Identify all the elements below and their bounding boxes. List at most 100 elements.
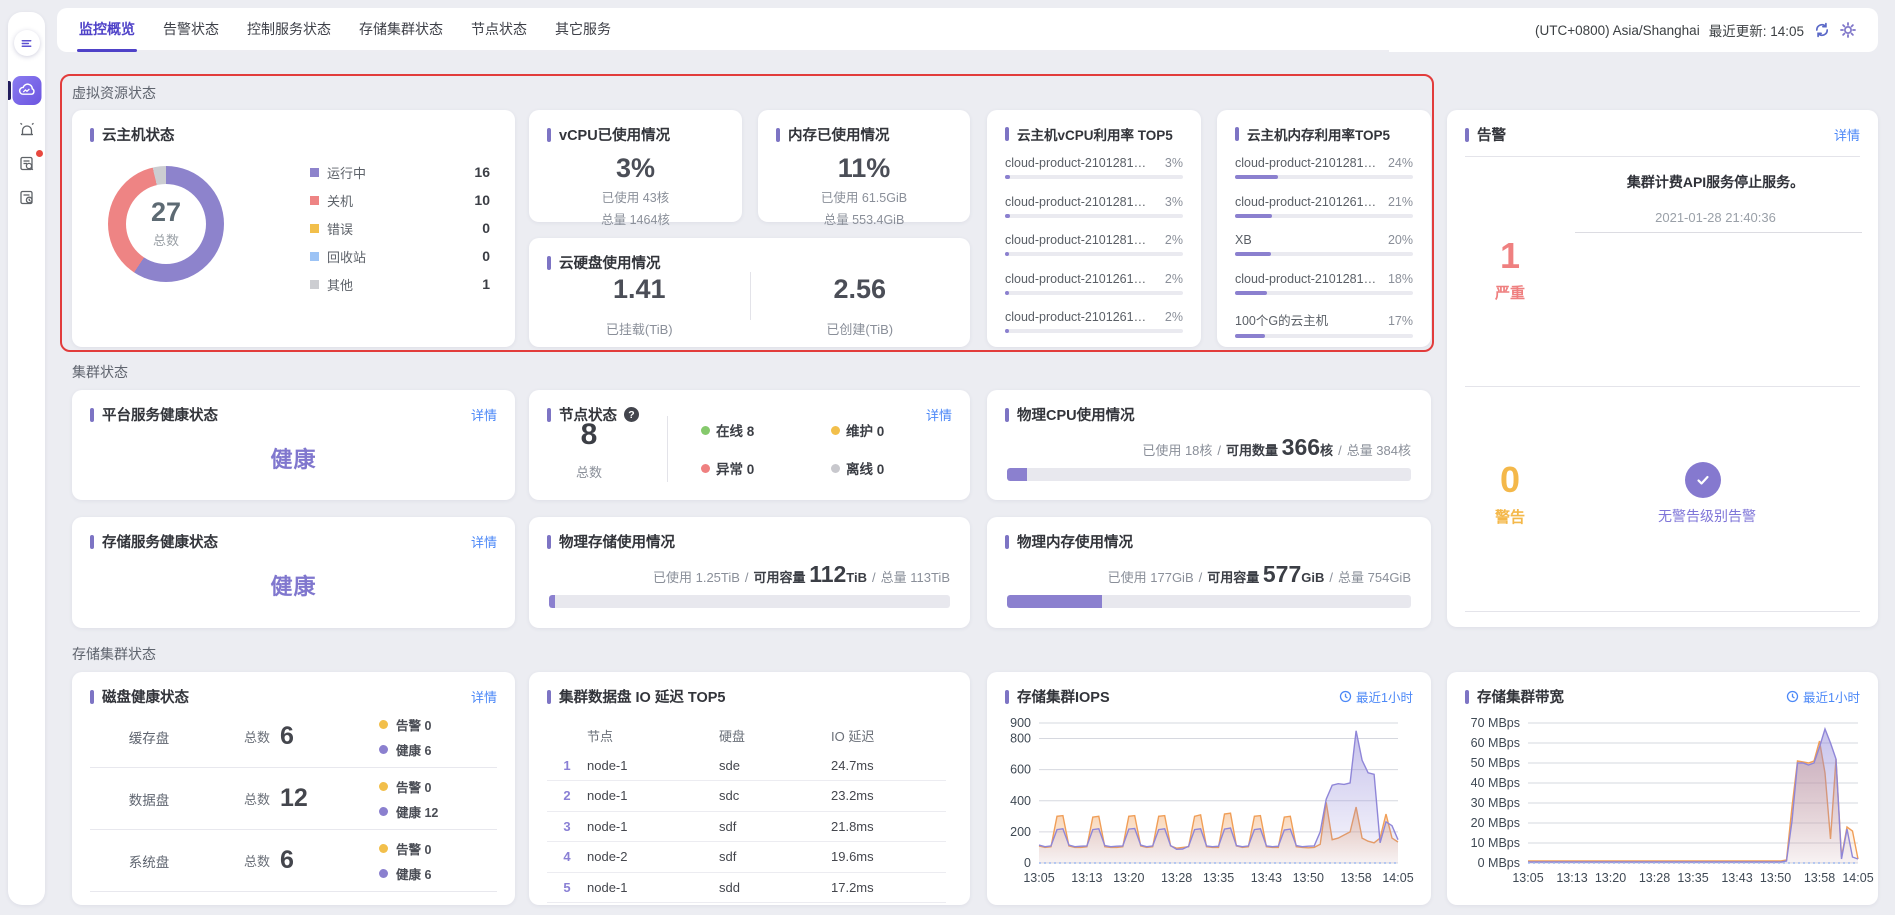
topbar-right: (UTC+0800) Asia/Shanghai 最近更新: 14:05 (1535, 8, 1856, 52)
legend-swatch (310, 252, 319, 261)
card-title: 云主机状态 (102, 124, 175, 145)
top5-percent: 17% (1388, 314, 1413, 328)
storage-health-detail-link[interactable]: 详情 (471, 532, 497, 551)
legend-value: 16 (474, 164, 490, 180)
menu-toggle-button[interactable] (14, 30, 40, 56)
top5-percent: 3% (1165, 195, 1183, 209)
node-status-item: 离线 0 (831, 458, 961, 478)
status-dot (379, 782, 388, 791)
iops-range-link[interactable]: 最近1小时 (1339, 687, 1413, 706)
refresh-button[interactable] (1813, 22, 1830, 39)
top5-item: cloud-product-2101281…2% (1005, 233, 1183, 272)
svg-text:13:28: 13:28 (1639, 871, 1670, 885)
alert-timestamp: 2021-01-28 21:40:36 (1567, 210, 1864, 225)
disk-health-detail-link[interactable]: 详情 (471, 687, 497, 706)
card-title: 告警 (1477, 124, 1506, 145)
sidebar-item-monitor[interactable] (12, 76, 41, 105)
legend-swatch (310, 196, 319, 205)
svg-text:400: 400 (1010, 794, 1031, 808)
legend-label: 运行中 (327, 163, 399, 182)
gear-icon (1840, 22, 1856, 38)
physical-cpu-stats: 已使用 18核/ 可用数量 366核 /总量 384核 (1142, 434, 1411, 461)
section-virtual-resources: 虚拟资源状态 (72, 83, 156, 103)
physical-memory-stats: 已使用 177GiB/ 可用容量 577GiB /总量 754GiB (1108, 561, 1411, 588)
card-title: 集群数据盘 IO 延迟 TOP5 (559, 686, 726, 707)
physical-storage-stats: 已使用 1.25TiB/ 可用容量 112TiB /总量 113TiB (653, 561, 950, 588)
tab-2[interactable]: 控制服务状态 (247, 8, 331, 50)
divider (1465, 386, 1860, 387)
alerts-detail-link[interactable]: 详情 (1834, 125, 1860, 144)
io-latency-card: 集群数据盘 IO 延迟 TOP5 节点硬盘IO 延迟1node-1sde24.7… (529, 672, 970, 905)
title-marker (1005, 535, 1009, 549)
sidebar-item-reports[interactable] (15, 186, 39, 210)
latency-cell: 21.8ms (831, 819, 946, 834)
doc-search-icon (18, 155, 36, 173)
warning-count: 0 (1465, 462, 1555, 498)
top5-bar (1005, 252, 1183, 256)
svg-text:13:20: 13:20 (1113, 871, 1144, 885)
settings-button[interactable] (1839, 22, 1856, 39)
last-update-label: 最近更新: 14:05 (1709, 20, 1804, 40)
legend-label: 关机 (327, 191, 399, 210)
status-dot (379, 869, 388, 878)
alerts-card: 告警 详情 1 严重 集群计费API服务停止服务。 2021-01-28 21:… (1447, 110, 1878, 627)
notification-badge (36, 150, 43, 157)
platform-health-detail-link[interactable]: 详情 (471, 405, 497, 424)
vm-total-count: 27 (151, 199, 181, 226)
top5-item: XB20% (1235, 233, 1413, 272)
node-status-item: 维护 0 (831, 420, 961, 440)
section-cluster-status: 集群状态 (72, 362, 128, 382)
status-dot (701, 464, 710, 473)
legend-swatch (310, 168, 319, 177)
legend-label: 其他 (327, 275, 399, 294)
top5-name: cloud-product-2101261… (1235, 195, 1376, 209)
top5-name: cloud-product-2101281… (1005, 156, 1146, 170)
legend-item: 其他1 (310, 270, 490, 298)
disk-status-item: 告警 0 (379, 839, 497, 858)
card-title: 存储服务健康状态 (102, 531, 218, 552)
physical-memory-progress (1007, 595, 1411, 608)
latency-cell: 19.6ms (831, 849, 946, 864)
tab-3[interactable]: 存储集群状态 (359, 8, 443, 50)
sidebar-item-audit[interactable] (15, 152, 39, 176)
bandwidth-chart-card: 存储集群带宽 最近1小时 0 MBps10 MBps20 MBps30 MBps… (1447, 672, 1878, 905)
disk-health-row: 缓存盘总数6告警 0健康 6 (90, 706, 497, 768)
card-title: 磁盘健康状态 (102, 686, 189, 707)
disk-status-item: 告警 0 (379, 715, 497, 734)
top5-item: cloud-product-2101281…18% (1235, 272, 1413, 311)
node-status-item: 在线 8 (701, 420, 831, 440)
bandwidth-range-link[interactable]: 最近1小时 (1786, 687, 1860, 706)
title-marker (547, 128, 551, 142)
sidebar-item-alarms[interactable] (15, 118, 39, 142)
disk-total-label: 总数 (244, 789, 270, 808)
physical-cpu-progress (1007, 468, 1411, 481)
status-dot (831, 464, 840, 473)
tab-0[interactable]: 监控概览 (79, 8, 135, 50)
disk-created-value: 2.56 (750, 274, 971, 305)
disk-status-col: 告警 0健康 12 (379, 777, 497, 821)
rank-cell: 3 (547, 819, 587, 834)
svg-text:13:58: 13:58 (1340, 871, 1371, 885)
no-warning-label: 无警告级别告警 (1597, 506, 1817, 526)
divider (1465, 156, 1860, 157)
svg-text:40 MBps: 40 MBps (1471, 776, 1520, 790)
svg-text:30 MBps: 30 MBps (1471, 796, 1520, 810)
vcpu-total-cores: 总量 1464核 (547, 209, 724, 228)
physical-storage-progress (549, 595, 950, 608)
help-icon[interactable]: ? (624, 407, 639, 422)
tab-5[interactable]: 其它服务 (555, 8, 611, 50)
sidebar (8, 12, 45, 905)
tab-4[interactable]: 节点状态 (471, 8, 527, 50)
vm-status-donut-chart: 27 总数 (108, 166, 224, 282)
column-header: 节点 (587, 726, 719, 745)
disk-status-item: 健康 6 (379, 740, 497, 759)
top5-bar (1005, 175, 1183, 179)
legend-item: 运行中 16 (310, 158, 490, 186)
top5-bar (1005, 214, 1183, 218)
disk-mounted-value: 1.41 (529, 274, 750, 305)
tab-1[interactable]: 告警状态 (163, 8, 219, 50)
latency-cell: 17.2ms (831, 880, 946, 895)
status-dot (831, 426, 840, 435)
severe-count: 1 (1465, 238, 1555, 274)
top5-bar (1235, 291, 1413, 295)
